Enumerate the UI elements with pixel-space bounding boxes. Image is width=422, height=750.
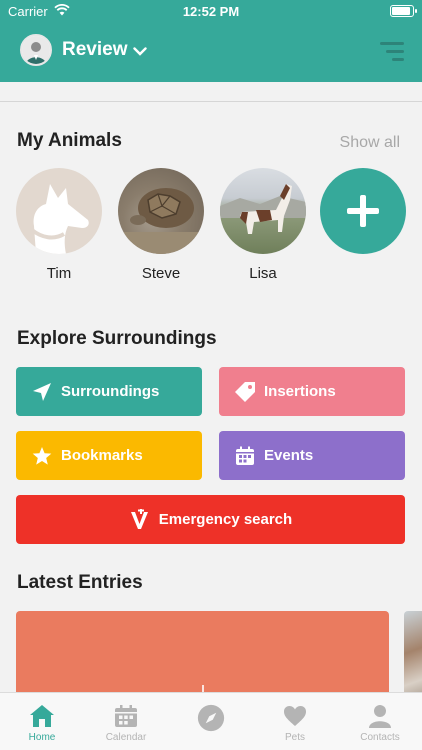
review-selector[interactable]: Review (20, 34, 148, 66)
add-animal-button[interactable] (320, 168, 406, 254)
tab-calendar-label: Calendar (105, 732, 147, 743)
bookmarks-button[interactable]: Bookmarks (16, 431, 202, 480)
show-all-link[interactable]: Show all (340, 134, 400, 152)
explore-heading: Explore Surroundings (17, 328, 217, 349)
compass-icon (197, 704, 225, 732)
events-label: Events (264, 447, 314, 464)
animal-name: Lisa (249, 265, 277, 282)
animal-name: Tim (46, 265, 72, 282)
bookmarks-label: Bookmarks (61, 447, 143, 464)
tab-pets[interactable]: Pets (253, 693, 337, 750)
tab-bar: Home Calendar Pets Contacts (0, 692, 422, 750)
calendar-icon (112, 703, 140, 729)
animals-carousel: Tim Steve Lisa (16, 168, 416, 288)
insertions-label: Insertions (264, 383, 336, 400)
animal-photo-steve[interactable] (118, 168, 204, 254)
chevron-down-icon[interactable] (133, 43, 148, 59)
latest-entries-heading: Latest Entries (17, 572, 143, 593)
tag-icon (234, 381, 256, 403)
menu-icon[interactable] (380, 42, 404, 62)
tab-contacts-label: Contacts (360, 732, 400, 743)
surroundings-label: Surroundings (61, 383, 160, 400)
tab-home[interactable]: Home (0, 693, 84, 750)
navigation-bar: Carrier 12:52 PM Review (0, 0, 422, 82)
location-arrow-icon (31, 381, 53, 403)
tortoise-photo (118, 188, 204, 254)
tab-explore[interactable] (169, 693, 253, 750)
user-avatar-icon (22, 36, 50, 64)
tab-calendar[interactable]: Calendar (84, 693, 168, 750)
emergency-search-button[interactable]: Emergency search (16, 495, 405, 544)
emergency-logo-icon (129, 508, 151, 531)
star-icon (31, 445, 53, 467)
tab-pets-label: Pets (284, 732, 305, 743)
dog-silhouette-icon (30, 184, 89, 254)
header-divider (0, 101, 422, 102)
events-button[interactable]: Events (219, 431, 405, 480)
animal-name: Steve (141, 265, 181, 282)
tab-home-label: Home (28, 732, 56, 743)
avatar[interactable] (20, 34, 52, 66)
tab-contacts[interactable]: Contacts (338, 693, 422, 750)
animal-avatar-tim[interactable] (16, 168, 102, 254)
status-time: 12:52 PM (182, 4, 240, 19)
calendar-icon (234, 445, 256, 467)
animal-item-tim[interactable]: Tim (16, 168, 102, 282)
home-icon (28, 703, 56, 729)
animal-photo-lisa[interactable] (220, 168, 306, 254)
animal-item-lisa[interactable]: Lisa (220, 168, 306, 282)
my-animals-heading: My Animals (17, 130, 122, 151)
header-title[interactable]: Review (62, 39, 127, 61)
surroundings-button[interactable]: Surroundings (16, 367, 202, 416)
emergency-search-label: Emergency search (158, 511, 293, 528)
status-bar: Carrier 12:52 PM (0, 0, 422, 22)
heart-icon (281, 703, 309, 729)
animal-item-steve[interactable]: Steve (118, 168, 204, 282)
person-icon (366, 703, 394, 729)
insertions-button[interactable]: Insertions (219, 367, 405, 416)
horse-photo (220, 184, 306, 234)
battery-icon (390, 5, 417, 17)
